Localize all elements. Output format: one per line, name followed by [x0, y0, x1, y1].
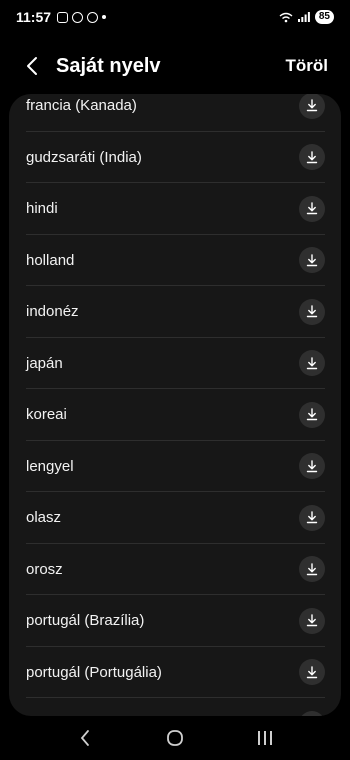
language-item[interactable]: lengyel [9, 441, 341, 493]
language-item[interactable]: portugál (Brazília) [9, 595, 341, 647]
signal-icon [297, 12, 310, 22]
language-label: gudzsaráti (India) [26, 148, 142, 166]
language-item[interactable]: japán [9, 338, 341, 390]
download-button[interactable] [299, 556, 325, 583]
status-left: 11:57 [16, 9, 107, 25]
status-bar: 11:57 85 [0, 0, 350, 34]
download-icon [306, 408, 318, 421]
download-button[interactable] [299, 350, 325, 377]
language-label: japán [26, 354, 63, 372]
language-label: hindi [26, 200, 58, 218]
download-icon [306, 254, 318, 266]
page-title: Saját nyelv [56, 54, 161, 77]
download-icon [306, 151, 318, 163]
nav-back-icon [80, 730, 89, 746]
download-button[interactable] [299, 94, 325, 119]
download-icon [306, 99, 318, 112]
navigation-bar [0, 716, 350, 760]
download-icon [306, 666, 318, 678]
download-button[interactable] [299, 453, 325, 480]
download-icon [306, 511, 318, 524]
download-button[interactable] [299, 659, 325, 686]
download-icon [306, 357, 318, 369]
language-item[interactable]: koreai [9, 389, 341, 441]
language-list-card: francia (Kanada) gudzsaráti (India) hindi h… [9, 94, 341, 716]
language-item[interactable] [9, 698, 341, 716]
more-notifications-icon [102, 15, 107, 19]
status-right: 85 [279, 10, 334, 24]
language-item[interactable]: francia (Kanada) [9, 94, 341, 132]
app-header: Saját nyelv Töröl [0, 44, 350, 88]
download-button[interactable] [299, 144, 325, 171]
nav-recents-button[interactable] [245, 723, 285, 753]
language-label: francia (Kanada) [26, 97, 137, 115]
nav-home-button[interactable] [155, 723, 195, 753]
language-item[interactable]: holland [9, 235, 341, 287]
language-item[interactable]: olasz [9, 492, 341, 544]
download-button[interactable] [299, 247, 325, 274]
download-button[interactable] [299, 504, 325, 531]
download-icon [306, 202, 318, 215]
language-list: francia (Kanada) gudzsaráti (India) hindi h… [9, 94, 341, 716]
language-label: lengyel [26, 457, 74, 475]
download-button[interactable] [299, 298, 325, 325]
language-item[interactable]: orosz [9, 544, 341, 596]
battery-indicator: 85 [314, 10, 334, 24]
download-button[interactable] [299, 195, 325, 222]
language-item[interactable]: gudzsaráti (India) [9, 132, 341, 184]
delete-button[interactable]: Töröl [286, 56, 329, 76]
viber-icon [72, 11, 84, 23]
wifi-icon [279, 12, 293, 22]
back-button[interactable] [20, 54, 44, 78]
screenshot-icon [57, 11, 69, 23]
download-button[interactable] [299, 607, 325, 634]
nav-back-button[interactable] [65, 723, 105, 753]
download-icon [306, 614, 318, 627]
language-item[interactable]: indonéz [9, 286, 341, 338]
language-label: orosz [26, 560, 63, 578]
notification-icons [57, 11, 107, 23]
download-icon [306, 460, 318, 472]
language-label: portugál (Brazília) [26, 612, 145, 630]
download-button[interactable] [299, 401, 325, 428]
chevron-left-icon [27, 57, 37, 75]
language-label: olasz [26, 509, 62, 527]
download-icon [306, 563, 318, 575]
language-item[interactable]: hindi [9, 183, 341, 235]
language-item[interactable]: portugál (Portugália) [9, 647, 341, 699]
status-time: 11:57 [16, 9, 52, 25]
nav-home-icon [167, 730, 183, 746]
language-label: holland [26, 251, 75, 269]
language-label: koreai [26, 406, 67, 424]
language-label: portugál (Portugália) [26, 663, 162, 681]
messenger-icon [87, 11, 99, 23]
nav-recents-icon [258, 731, 272, 745]
download-icon [306, 305, 318, 318]
language-label: indonéz [26, 303, 79, 321]
